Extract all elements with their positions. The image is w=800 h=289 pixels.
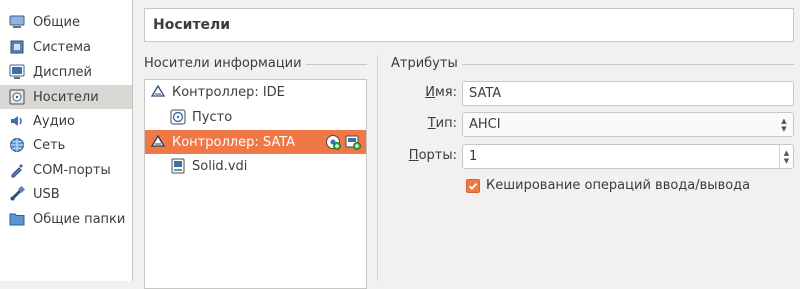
sidebar-item-audio[interactable]: Аудио <box>0 109 132 133</box>
sidebar-item-shared-folders[interactable]: Общие папки <box>0 207 132 231</box>
controller-type-select[interactable]: AHCI ▲ ▼ <box>462 112 794 137</box>
display-icon <box>8 63 26 81</box>
attributes-group-divider <box>462 64 794 65</box>
ports-label: Порты: <box>408 148 457 163</box>
shared-folders-icon <box>8 210 26 228</box>
add-optical-drive-icon[interactable] <box>324 133 342 151</box>
host-io-cache-label[interactable]: Кеширование операций ввода/вывода <box>486 176 750 196</box>
page-title-text: Носители <box>153 17 231 33</box>
panel-splitter[interactable] <box>377 55 378 281</box>
storage-tree[interactable]: Контроллер: IDE Пусто Контроллер: SATA S… <box>144 79 367 289</box>
storage-group-divider <box>306 64 367 65</box>
spin-arrows-icon[interactable]: ▲ ▼ <box>779 145 793 168</box>
sidebar-item-label: COM-порты <box>33 162 111 178</box>
optical-disc-icon <box>169 108 187 126</box>
sidebar-item-label: Аудио <box>33 113 75 129</box>
page-title: Носители <box>144 8 794 42</box>
controller-actions <box>324 133 362 151</box>
sidebar-item-general[interactable]: Общие <box>0 10 132 34</box>
usb-icon <box>8 185 26 203</box>
sidebar-item-label: Дисплей <box>33 64 93 80</box>
sidebar-item-label: USB <box>33 186 60 202</box>
sidebar-item-serial-ports[interactable]: COM-порты <box>0 158 132 182</box>
port-count-spinbox[interactable]: 1 ▲ ▼ <box>462 144 794 169</box>
tree-item-solid-vdi[interactable]: Solid.vdi <box>145 154 366 178</box>
system-icon <box>8 38 26 56</box>
name-label: Имя: <box>425 85 457 100</box>
tree-item-ide-controller[interactable]: Контроллер: IDE <box>145 80 366 104</box>
settings-category-list: Общие Система Дисплей Носители Аудио Сет… <box>0 0 133 281</box>
sidebar-item-storage[interactable]: Носители <box>0 85 132 109</box>
sidebar-item-label: Сеть <box>33 137 66 153</box>
sidebar-item-label: Общие папки <box>33 211 126 227</box>
tree-item-label: Контроллер: IDE <box>172 84 285 100</box>
sidebar-item-label: Носители <box>33 89 99 105</box>
sidebar-item-label: Система <box>33 39 92 55</box>
controller-icon <box>149 133 167 151</box>
updown-arrows-icon: ▲ ▼ <box>781 116 787 133</box>
tree-item-label: Контроллер: SATA <box>172 134 296 150</box>
storage-tree-group-label: Носители информации <box>144 56 302 71</box>
controller-name-input[interactable] <box>462 81 794 106</box>
tree-item-empty-optical[interactable]: Пусто <box>145 105 366 129</box>
hard-disk-icon <box>169 157 187 175</box>
storage-icon <box>8 88 26 106</box>
host-io-cache-checkbox[interactable] <box>466 179 480 193</box>
sidebar-item-usb[interactable]: USB <box>0 182 132 206</box>
serial-ports-icon <box>8 161 26 179</box>
port-count-value: 1 <box>469 149 478 164</box>
tree-item-sata-controller[interactable]: Контроллер: SATA <box>145 130 366 154</box>
add-hard-disk-icon[interactable] <box>344 133 362 151</box>
checkmark-icon <box>468 182 478 190</box>
audio-icon <box>8 112 26 130</box>
sidebar-item-system[interactable]: Система <box>0 35 132 59</box>
tree-item-label: Solid.vdi <box>192 158 248 174</box>
attributes-group-label: Атрибуты <box>391 56 458 71</box>
tree-item-label: Пусто <box>192 109 233 125</box>
network-icon <box>8 136 26 154</box>
sidebar-item-network[interactable]: Сеть <box>0 133 132 157</box>
type-label: Тип: <box>427 116 457 131</box>
sidebar-item-label: Общие <box>33 14 80 30</box>
controller-icon <box>149 83 167 101</box>
sidebar-item-display[interactable]: Дисплей <box>0 60 132 84</box>
controller-type-value: AHCI <box>469 117 501 132</box>
general-icon <box>8 13 26 31</box>
